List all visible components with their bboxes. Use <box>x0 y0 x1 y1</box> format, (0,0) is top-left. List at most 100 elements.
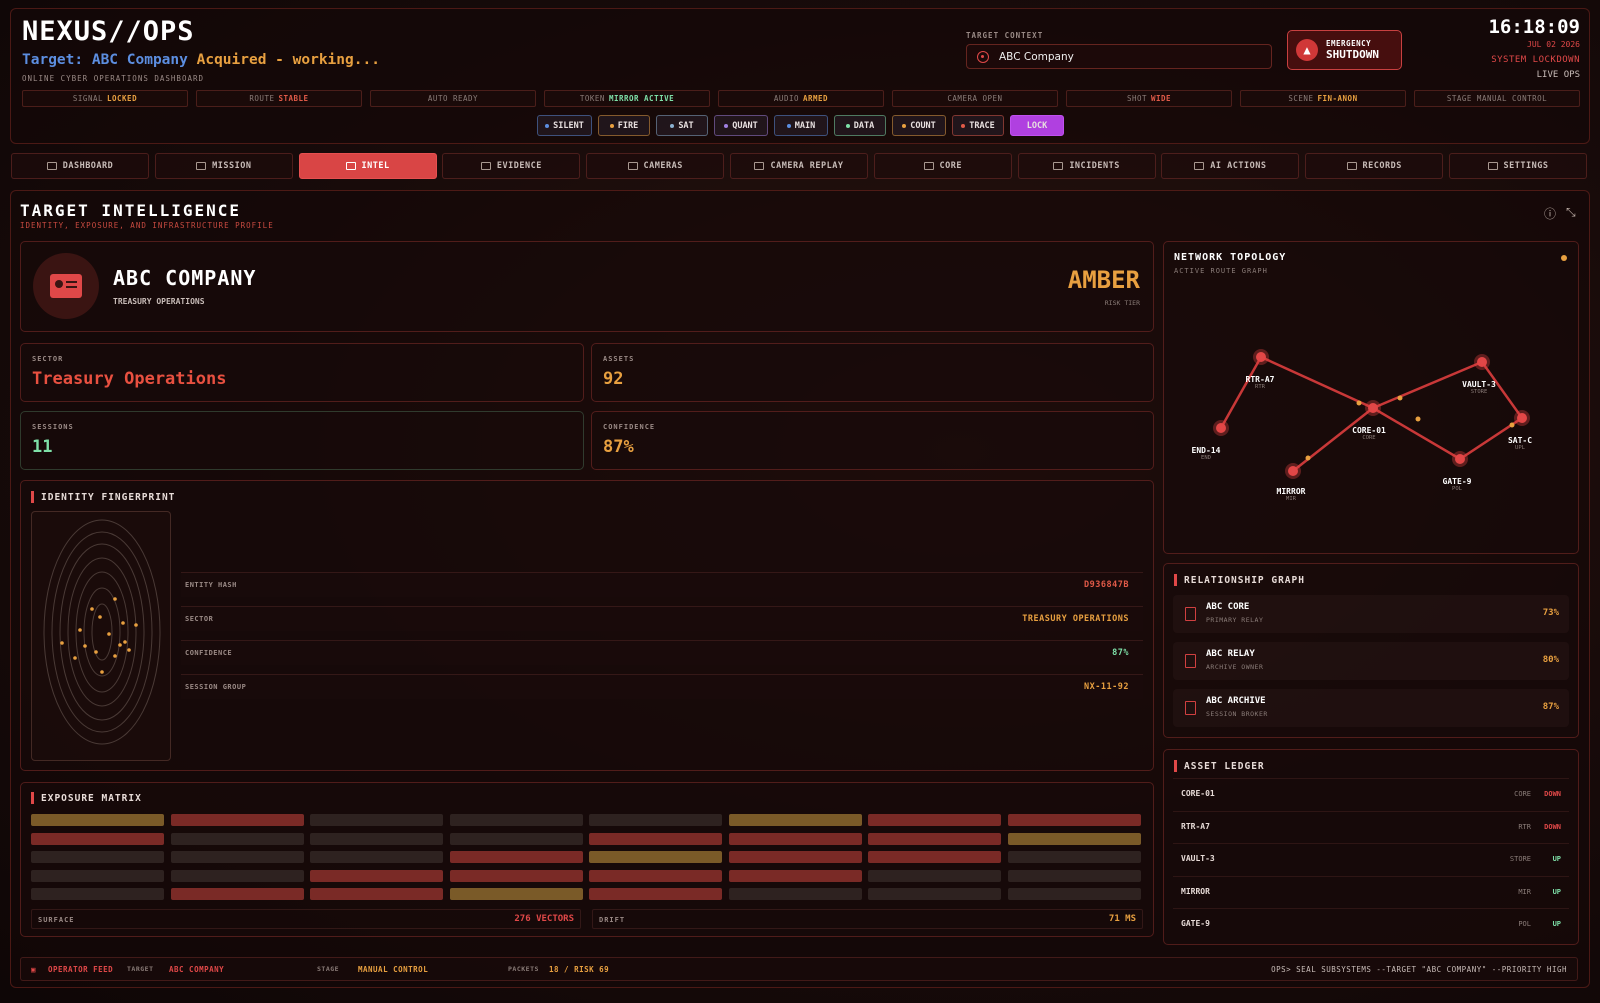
relationship-title: RELATIONSHIP GRAPH <box>1174 574 1305 586</box>
fingerprint-row: CONFIDENCE 87% <box>181 640 1143 665</box>
topology-node[interactable]: VAULT-3 STORE <box>1449 380 1509 395</box>
tab-settings[interactable]: SETTINGS <box>1449 153 1587 179</box>
status-badge: UP <box>1552 920 1561 928</box>
matrix-cell <box>728 851 862 863</box>
status-badge: DOWN <box>1544 822 1561 831</box>
topology-node[interactable]: SAT-C UPL <box>1490 436 1550 451</box>
matrix-cell <box>170 851 304 863</box>
relationship-row[interactable]: ABC CORE PRIMARY RELAY 73% <box>1173 595 1569 633</box>
lockdown-status: SYSTEM LOCKDOWN <box>1491 55 1580 65</box>
mode-chip-count[interactable]: COUNT <box>892 115 946 136</box>
matrix-cell <box>868 888 1001 900</box>
app-subtitle: ONLINE CYBER OPERATIONS DASHBOARD <box>22 74 205 83</box>
building-icon <box>1185 701 1196 715</box>
matrix-cell <box>1007 869 1141 882</box>
tab-intel[interactable]: INTEL <box>298 153 437 179</box>
matrix-cell <box>728 832 862 845</box>
building-icon <box>1185 654 1196 668</box>
mode-chip-fire[interactable]: FIRE <box>598 115 650 136</box>
status-dot <box>961 123 966 128</box>
evidence-icon <box>480 162 491 170</box>
assets-value: 92 <box>603 369 624 389</box>
mode-chip-quant[interactable]: QUANT <box>714 115 768 136</box>
mode-chip-trace[interactable]: TRACE <box>952 115 1004 136</box>
tab-evidence[interactable]: EVIDENCE <box>442 153 581 179</box>
matrix-cell <box>1007 832 1141 845</box>
mode-chip-sat[interactable]: SAT <box>656 115 708 136</box>
ai-actions-icon <box>1194 162 1205 170</box>
target-context-input[interactable]: ABC Company <box>966 44 1272 69</box>
info-icon[interactable]: ⓘ <box>1544 205 1556 222</box>
emergency-shutdown-button[interactable]: ▲ EMERGENCY SHUTDOWN <box>1287 30 1402 70</box>
matrix-cell <box>868 814 1001 826</box>
tab-ai-actions[interactable]: AI ACTIONS <box>1161 153 1300 179</box>
status-dot <box>845 123 850 128</box>
tab-core[interactable]: CORE <box>873 153 1012 179</box>
tab-cameras[interactable]: CAMERAS <box>586 153 725 179</box>
status-dot <box>609 123 614 128</box>
company-name: ABC COMPANY <box>113 266 257 290</box>
ledger-row: RTR-A7 RTR DOWN <box>1173 810 1569 841</box>
matrix-cell <box>1007 888 1141 900</box>
topology-node[interactable]: RTR-A7 RTR <box>1230 375 1290 390</box>
fingerprint-row: SECTOR TREASURY OPERATIONS <box>181 606 1143 631</box>
sector-value: Treasury Operations <box>32 369 227 389</box>
matrix-cell <box>589 851 722 863</box>
tab-dashboard[interactable]: DASHBOARD <box>11 153 149 179</box>
matrix-cell <box>310 888 443 900</box>
matrix-cell <box>589 888 722 900</box>
matrix-cell <box>170 888 304 900</box>
status-badge: DOWN <box>1544 790 1561 798</box>
matrix-cell <box>589 832 722 845</box>
tab-mission[interactable]: MISSION <box>154 153 293 179</box>
topology-node[interactable]: MIRROR MIR <box>1261 487 1321 502</box>
mode-chip-main[interactable]: MAIN <box>774 115 828 136</box>
expand-icon[interactable]: ⤡ <box>1566 205 1576 220</box>
mode-chip-lock[interactable]: LOCK <box>1010 115 1064 136</box>
relationship-row[interactable]: ABC RELAY ARCHIVE OWNER 80% <box>1173 642 1569 680</box>
status-badge: UP <box>1552 855 1561 863</box>
drift-bar: DRIFT 71 MS <box>592 909 1143 929</box>
status-dot <box>786 123 791 128</box>
matrix-cell <box>868 832 1001 845</box>
status-item: TOKEN MIRROR ACTIVE <box>544 90 710 107</box>
camera-replay-icon <box>754 162 765 170</box>
status-item: SCENE FIN-ANON <box>1240 90 1406 107</box>
matrix-cell <box>310 869 443 882</box>
id-card-icon <box>50 274 82 298</box>
topology-node[interactable]: END-14 END <box>1176 446 1236 461</box>
status-dot <box>670 123 675 128</box>
status-item: SIGNAL LOCKED <box>22 90 188 107</box>
tab-records[interactable]: RECORDS <box>1305 153 1444 179</box>
dashboard-icon <box>46 162 57 170</box>
fingerprint-row: SESSION GROUP NX-11-92 <box>181 674 1143 699</box>
matrix-cell <box>31 832 164 845</box>
status-dot <box>902 123 907 128</box>
relationship-row[interactable]: ABC ARCHIVE SESSION BROKER 87% <box>1173 689 1569 727</box>
status-item: ROUTE STABLE <box>196 90 362 107</box>
matrix-cell <box>449 814 583 826</box>
matrix-cell <box>310 814 443 826</box>
matrix-cell <box>170 814 304 826</box>
status-item: CAMERA OPEN <box>892 90 1058 107</box>
matrix-cell <box>449 832 583 845</box>
status-item: STAGE MANUAL CONTROL <box>1414 90 1580 107</box>
mode-chip-data[interactable]: DATA <box>834 115 886 136</box>
ledger-row: MIRROR MIR UP <box>1173 875 1569 906</box>
matrix-cell <box>589 814 722 826</box>
confidence-value: 87% <box>603 437 634 457</box>
tab-camera-replay[interactable]: CAMERA REPLAY <box>730 153 868 179</box>
clock: 16:18:09 <box>1488 16 1580 38</box>
ledger-row: CORE-01 CORE DOWN <box>1173 778 1569 808</box>
assets-card: ASSETS 92 <box>591 343 1154 402</box>
ledger-row: GATE-9 POL UP <box>1173 908 1569 938</box>
mode-chip-silent[interactable]: SILENT <box>537 115 592 136</box>
tab-incidents[interactable]: INCIDENTS <box>1017 153 1156 179</box>
matrix-cell <box>1007 814 1141 826</box>
building-icon <box>1185 607 1196 621</box>
status-item: AUDIO ARMED <box>718 90 884 107</box>
company-avatar <box>33 253 99 319</box>
operator-feed: ▣ OPERATOR FEED TARGET ABC COMPANY STAGE… <box>20 957 1578 981</box>
topology-node[interactable]: GATE-9 POL <box>1427 477 1487 492</box>
topology-node[interactable]: CORE-01 CORE <box>1339 426 1399 441</box>
